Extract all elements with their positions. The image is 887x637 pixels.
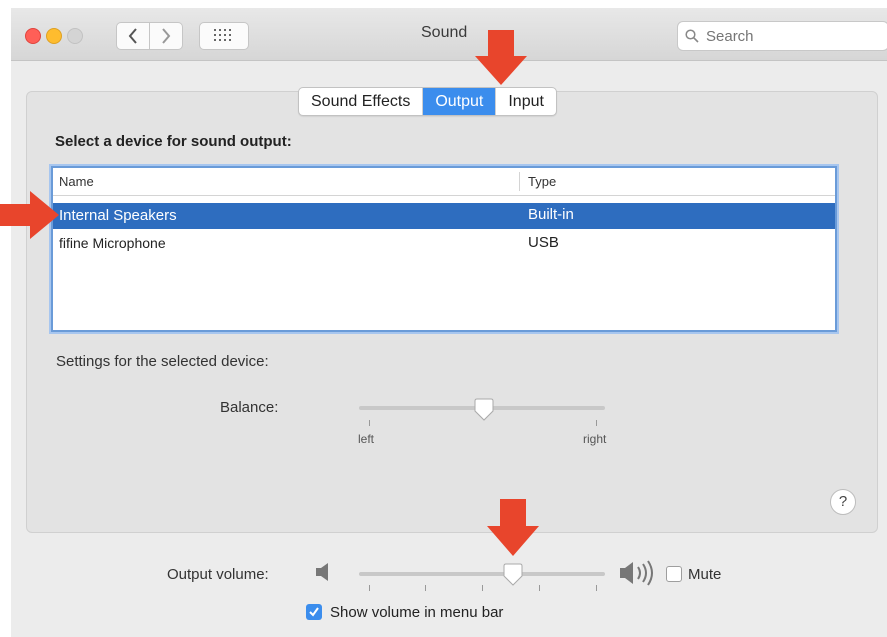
output-volume-label: Output volume:: [167, 566, 269, 583]
mute-label[interactable]: Mute: [688, 566, 721, 583]
back-button[interactable]: [116, 22, 150, 50]
search-icon: [685, 29, 699, 43]
search-input[interactable]: [704, 25, 878, 47]
volume-tick: [539, 585, 540, 591]
grid-icon: [214, 29, 231, 41]
balance-slider-knob[interactable]: [473, 398, 495, 422]
column-header-name[interactable]: Name: [59, 174, 94, 189]
forward-button[interactable]: [149, 22, 183, 50]
output-volume-knob[interactable]: [502, 563, 524, 587]
tab-bar: Sound Effects Output Input: [298, 87, 557, 116]
volume-tick: [425, 585, 426, 591]
close-window-button[interactable]: [25, 28, 41, 44]
volume-tick: [482, 585, 483, 591]
balance-label: Balance:: [220, 399, 279, 416]
chevron-right-icon: [162, 28, 171, 44]
search-field[interactable]: [677, 21, 887, 51]
title-bar: Sound: [11, 8, 887, 61]
annotation-arrow-down-icon: [475, 30, 527, 85]
volume-tick: [369, 585, 370, 591]
settings-label: Settings for the selected device:: [56, 353, 269, 370]
device-type: Built-in: [528, 206, 574, 223]
balance-tick: [369, 420, 370, 426]
annotation-arrow-down-icon: [487, 499, 539, 556]
table-header: Name Type: [53, 168, 835, 196]
tab-output[interactable]: Output: [423, 88, 497, 115]
volume-tick: [596, 585, 597, 591]
table-row[interactable]: fifine Microphone USB: [53, 231, 835, 257]
chevron-left-icon: [128, 28, 137, 44]
column-divider: [519, 172, 520, 191]
speaker-high-icon: [620, 560, 653, 586]
table-row[interactable]: Internal Speakers Built-in: [53, 203, 835, 229]
balance-left-label: left: [358, 432, 375, 446]
minimize-window-button[interactable]: [46, 28, 62, 44]
tab-input[interactable]: Input: [496, 88, 556, 115]
balance-tick: [596, 420, 597, 426]
zoom-window-button: [67, 28, 83, 44]
device-type: USB: [528, 234, 559, 251]
mute-checkbox[interactable]: [666, 566, 682, 582]
output-device-table[interactable]: Name Type Internal Speakers Built-in fif…: [51, 166, 837, 332]
balance-right-label: right: [583, 432, 607, 446]
help-button[interactable]: ?: [830, 489, 856, 515]
annotation-arrow-right-icon: [0, 191, 59, 239]
show-volume-in-menu-bar-label[interactable]: Show volume in menu bar: [330, 604, 503, 621]
output-volume-slider[interactable]: [359, 572, 605, 576]
device-name: Internal Speakers: [59, 207, 177, 224]
show-all-button[interactable]: [199, 22, 249, 50]
show-volume-in-menu-bar-checkbox[interactable]: [306, 604, 322, 620]
checkmark-icon: [309, 607, 319, 617]
speaker-low-icon: [316, 563, 328, 581]
device-name: fifine Microphone: [59, 235, 166, 251]
section-title: Select a device for sound output:: [55, 133, 292, 150]
tab-sound-effects[interactable]: Sound Effects: [299, 88, 424, 115]
column-header-type[interactable]: Type: [528, 174, 556, 189]
